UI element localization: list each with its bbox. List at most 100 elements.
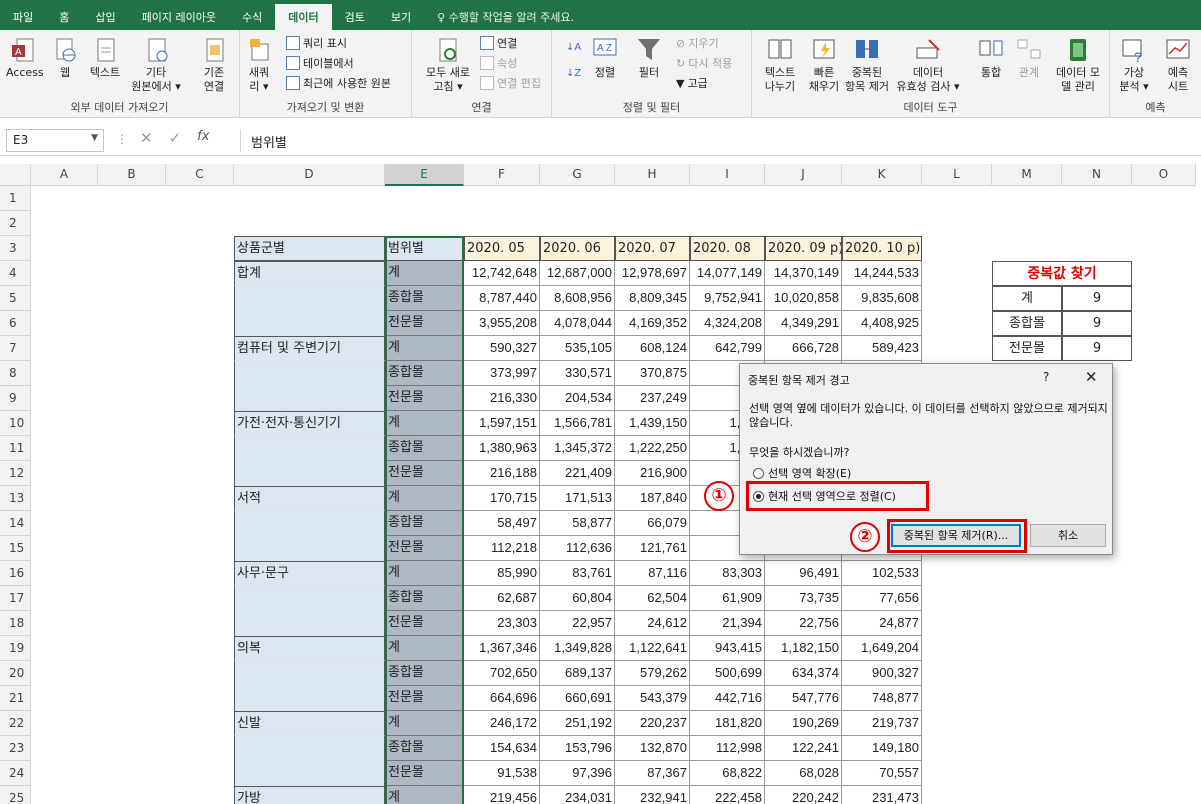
range-cell[interactable]: 계 bbox=[385, 711, 464, 736]
row-header[interactable]: 21 bbox=[0, 686, 31, 711]
value-cell[interactable]: 220,242 bbox=[765, 786, 842, 804]
value-cell[interactable]: 1,222,250 bbox=[615, 436, 690, 461]
value-cell[interactable]: 112,998 bbox=[690, 736, 765, 761]
tab-file[interactable]: 파일 bbox=[0, 4, 46, 30]
value-cell[interactable]: 3,955,208 bbox=[464, 311, 540, 336]
value-cell[interactable]: 4,078,044 bbox=[540, 311, 615, 336]
recent-sources-button[interactable]: 최근에 사용한 원본 bbox=[286, 74, 391, 92]
value-cell[interactable]: 58,497 bbox=[464, 511, 540, 536]
advanced-filter-button[interactable]: ▼ 고급 bbox=[676, 74, 708, 92]
value-cell[interactable]: 70,557 bbox=[842, 761, 922, 786]
value-cell[interactable]: 1,182,150 bbox=[765, 636, 842, 661]
value-cell[interactable]: 664,696 bbox=[464, 686, 540, 711]
flash-fill-button[interactable]: 빠른 채우기 bbox=[804, 36, 844, 94]
value-cell[interactable]: 102,533 bbox=[842, 561, 922, 586]
value-cell[interactable]: 220,237 bbox=[615, 711, 690, 736]
row-header[interactable]: 15 bbox=[0, 536, 31, 561]
data-model-button[interactable]: 데이터 모 델 관리 bbox=[1052, 36, 1104, 94]
column-header-j[interactable]: J bbox=[765, 164, 842, 186]
value-cell[interactable]: 943,415 bbox=[690, 636, 765, 661]
from-table-button[interactable]: 테이블에서 bbox=[286, 54, 354, 72]
dup-box-label[interactable]: 종합몰 bbox=[992, 311, 1062, 336]
value-cell[interactable]: 4,349,291 bbox=[765, 311, 842, 336]
range-cell[interactable]: 종합몰 bbox=[385, 661, 464, 686]
tab-review[interactable]: 검토 bbox=[332, 4, 378, 30]
value-cell[interactable]: 579,262 bbox=[615, 661, 690, 686]
value-cell[interactable]: 9,752,941 bbox=[690, 286, 765, 311]
value-cell[interactable]: 181,820 bbox=[690, 711, 765, 736]
column-header-g[interactable]: G bbox=[540, 164, 615, 186]
value-cell[interactable]: 73,735 bbox=[765, 586, 842, 611]
range-cell[interactable]: 전문몰 bbox=[385, 311, 464, 336]
value-cell[interactable]: 500,699 bbox=[690, 661, 765, 686]
value-cell[interactable]: 900,327 bbox=[842, 661, 922, 686]
value-cell[interactable]: 216,900 bbox=[615, 461, 690, 486]
range-cell[interactable]: 계 bbox=[385, 636, 464, 661]
column-header-d[interactable]: D bbox=[234, 164, 385, 186]
remove-duplicates-button[interactable]: 중복된 항목 제거 bbox=[844, 36, 890, 94]
category-cell[interactable]: 가전·전자·통신기기 bbox=[234, 411, 385, 436]
row-header[interactable]: 19 bbox=[0, 636, 31, 661]
range-cell[interactable]: 계 bbox=[385, 786, 464, 804]
sort-button[interactable]: A Z 정렬 bbox=[590, 36, 620, 80]
value-cell[interactable]: 24,612 bbox=[615, 611, 690, 636]
value-cell[interactable]: 590,327 bbox=[464, 336, 540, 361]
range-cell[interactable]: 전문몰 bbox=[385, 611, 464, 636]
access-button[interactable]: A Access bbox=[6, 36, 44, 80]
value-cell[interactable]: 190,269 bbox=[765, 711, 842, 736]
value-cell[interactable]: 96,491 bbox=[765, 561, 842, 586]
value-cell[interactable]: 1,439,150 bbox=[615, 411, 690, 436]
value-cell[interactable]: 1,122,641 bbox=[615, 636, 690, 661]
category-cell[interactable] bbox=[234, 311, 385, 336]
value-cell[interactable]: 24,877 bbox=[842, 611, 922, 636]
value-cell[interactable]: 8,809,345 bbox=[615, 286, 690, 311]
category-cell[interactable] bbox=[234, 661, 385, 686]
range-cell[interactable]: 계 bbox=[385, 411, 464, 436]
category-cell[interactable]: 컴퓨터 및 주변기기 bbox=[234, 336, 385, 361]
value-cell[interactable]: 154,634 bbox=[464, 736, 540, 761]
row-header[interactable]: 6 bbox=[0, 311, 31, 336]
range-cell[interactable]: 종합몰 bbox=[385, 361, 464, 386]
value-cell[interactable]: 87,367 bbox=[615, 761, 690, 786]
value-cell[interactable]: 8,608,956 bbox=[540, 286, 615, 311]
header-month[interactable]: 2020. 10 p) bbox=[842, 236, 922, 261]
category-cell[interactable]: 신발 bbox=[234, 711, 385, 736]
sort-za-button[interactable]: ↓Z bbox=[566, 64, 581, 82]
value-cell[interactable]: 21,394 bbox=[690, 611, 765, 636]
value-cell[interactable]: 642,799 bbox=[690, 336, 765, 361]
header-month[interactable]: 2020. 09 p) bbox=[765, 236, 842, 261]
other-sources-button[interactable]: 기타 원본에서 ▾ bbox=[130, 36, 182, 94]
properties-button[interactable]: 속성 bbox=[480, 54, 517, 72]
category-cell[interactable] bbox=[234, 761, 385, 786]
range-cell[interactable]: 전문몰 bbox=[385, 536, 464, 561]
value-cell[interactable]: 4,324,208 bbox=[690, 311, 765, 336]
value-cell[interactable]: 12,978,697 bbox=[615, 261, 690, 286]
value-cell[interactable]: 12,687,000 bbox=[540, 261, 615, 286]
cancel-button[interactable]: 취소 bbox=[1030, 524, 1106, 547]
row-header[interactable]: 20 bbox=[0, 661, 31, 686]
value-cell[interactable]: 373,997 bbox=[464, 361, 540, 386]
value-cell[interactable]: 91,538 bbox=[464, 761, 540, 786]
row-header[interactable]: 10 bbox=[0, 411, 31, 436]
reapply-button[interactable]: ↻ 다시 적용 bbox=[676, 54, 732, 72]
value-cell[interactable]: 1,349,828 bbox=[540, 636, 615, 661]
range-cell[interactable]: 종합몰 bbox=[385, 511, 464, 536]
row-header[interactable]: 18 bbox=[0, 611, 31, 636]
category-cell[interactable] bbox=[234, 686, 385, 711]
name-box[interactable]: E3 ▼ bbox=[6, 129, 104, 152]
value-cell[interactable]: 14,077,149 bbox=[690, 261, 765, 286]
row-header[interactable]: 5 bbox=[0, 286, 31, 311]
dup-box-label[interactable]: 전문몰 bbox=[992, 336, 1062, 361]
category-cell[interactable] bbox=[234, 611, 385, 636]
range-cell[interactable]: 전문몰 bbox=[385, 386, 464, 411]
value-cell[interactable]: 666,728 bbox=[765, 336, 842, 361]
tab-formulas[interactable]: 수식 bbox=[229, 4, 275, 30]
column-header-c[interactable]: C bbox=[166, 164, 234, 186]
row-header[interactable]: 9 bbox=[0, 386, 31, 411]
tab-home[interactable]: 홈 bbox=[46, 4, 82, 30]
column-header-h[interactable]: H bbox=[615, 164, 690, 186]
enter-icon[interactable]: ✓ bbox=[169, 129, 182, 147]
value-cell[interactable]: 702,650 bbox=[464, 661, 540, 686]
value-cell[interactable]: 85,990 bbox=[464, 561, 540, 586]
range-cell[interactable]: 전문몰 bbox=[385, 461, 464, 486]
